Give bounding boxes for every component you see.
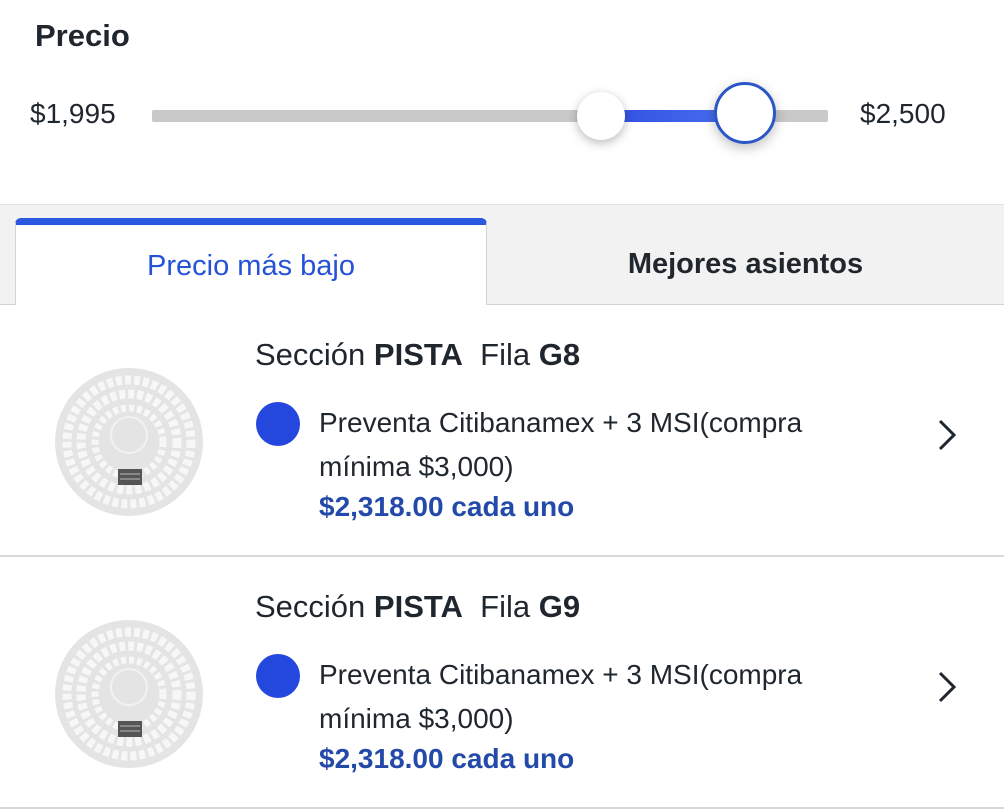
section-value: PISTA <box>373 337 463 372</box>
venue-map-icon <box>55 368 203 516</box>
listing-item[interactable]: Sección PISTA Fila G9 Preventa Citibanam… <box>0 557 1004 809</box>
seat-location: Sección PISTA Fila G8 <box>255 337 580 373</box>
seat-location: Sección PISTA Fila G9 <box>255 589 580 625</box>
offer-name: Preventa Citibanamex + 3 MSI(compra míni… <box>319 407 803 482</box>
price-min-handle[interactable] <box>577 92 625 140</box>
price-filter-title: Precio <box>35 18 130 53</box>
chevron-right-icon[interactable] <box>930 415 962 455</box>
tab-best-seats[interactable]: Mejores asientos <box>487 218 1004 305</box>
offer-dot-icon <box>256 402 300 446</box>
price-filter: Precio $1,995 $2,500 <box>0 0 1004 204</box>
price-max-handle[interactable] <box>714 82 776 144</box>
row-prefix: Fila <box>480 337 531 372</box>
venue-map-icon <box>55 620 203 768</box>
tab-lowest-price[interactable]: Precio más bajo <box>15 218 487 305</box>
chevron-right-icon[interactable] <box>930 667 962 707</box>
row-value: G9 <box>538 589 581 624</box>
offer-name: Preventa Citibanamex + 3 MSI(compra míni… <box>319 659 803 734</box>
ticket-price: $2,318.00 cada uno <box>319 743 575 774</box>
price-min-label: $1,995 <box>30 98 116 129</box>
row-value: G8 <box>538 337 581 372</box>
price-max-label: $2,500 <box>860 98 946 129</box>
section-prefix: Sección <box>255 337 366 372</box>
row-prefix: Fila <box>480 589 531 624</box>
listing-item[interactable]: Sección PISTA Fila G8 Preventa Citibanam… <box>0 305 1004 557</box>
section-value: PISTA <box>373 589 463 624</box>
section-prefix: Sección <box>255 589 366 624</box>
ticket-price: $2,318.00 cada uno <box>319 491 575 522</box>
offer-dot-icon <box>256 654 300 698</box>
